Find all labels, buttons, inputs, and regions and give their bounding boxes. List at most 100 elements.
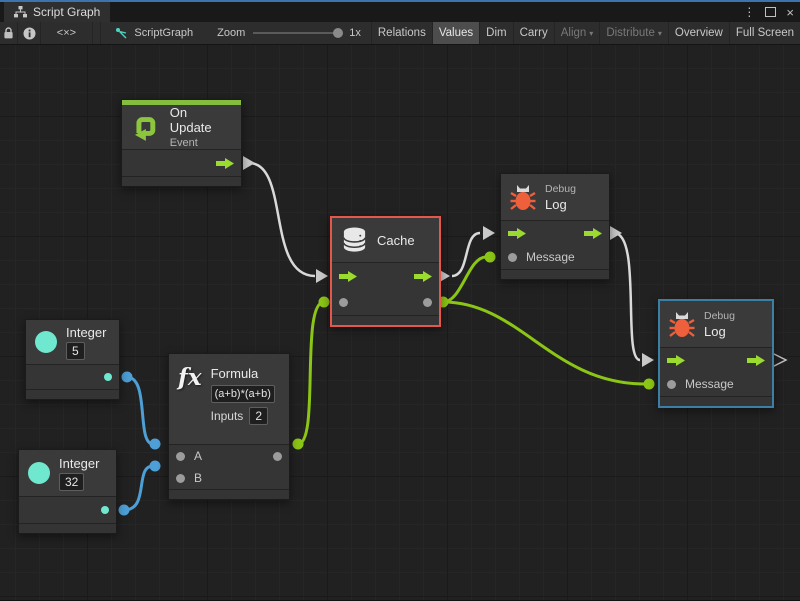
formula-expression-field[interactable]: (a+b)*(a+b) (211, 385, 275, 403)
node-integer-32[interactable]: Integer 32 (18, 449, 117, 534)
node-title: Integer (59, 456, 99, 471)
value-output-port[interactable] (423, 298, 432, 307)
distribute-button[interactable]: Distribute▾ (600, 22, 669, 44)
dim-button[interactable]: Dim (480, 22, 513, 44)
node-footer (19, 523, 116, 533)
port-row: Message (660, 372, 772, 396)
value-connector-formula-a-in[interactable] (150, 439, 161, 450)
dropdown-arrow-icon: ▾ (658, 29, 662, 38)
window-menu-icon[interactable]: ⋮ (743, 5, 755, 19)
values-button[interactable]: Values (433, 22, 480, 44)
flow-output-port[interactable] (216, 158, 234, 169)
lock-button[interactable] (0, 22, 18, 44)
wire-cache-to-debuglog1-message[interactable] (443, 257, 486, 302)
integer-value-field[interactable]: 32 (59, 473, 84, 491)
value-connector-cache-in[interactable] (319, 297, 330, 308)
flow-connector-unconnected-debuglog2-out[interactable] (772, 353, 786, 367)
value-connector-debuglog1-message[interactable] (485, 252, 496, 263)
code-view-toggle[interactable]: <×> (41, 22, 92, 44)
node-debug-log-2[interactable]: Debug Log Message (658, 299, 774, 408)
node-footer (501, 269, 609, 279)
node-on-update[interactable]: On Update Event (121, 99, 242, 187)
graph-canvas[interactable]: On Update Event (0, 45, 800, 600)
port-label: Message (685, 377, 734, 391)
node-footer (26, 389, 119, 399)
node-cache[interactable]: Cache (330, 216, 441, 327)
full-screen-button[interactable]: Full Screen (730, 22, 800, 44)
zoom-label: Zoom (217, 27, 245, 39)
integer-value-field[interactable]: 5 (66, 342, 85, 360)
formula-input-a-port[interactable] (176, 452, 185, 461)
value-input-port[interactable] (339, 298, 348, 307)
flow-arrowhead-debuglog1-in (483, 226, 495, 240)
integer-output-port[interactable] (101, 506, 109, 514)
maximize-icon[interactable] (765, 7, 776, 17)
message-input-port[interactable] (667, 380, 676, 389)
on-update-loop-icon (131, 112, 161, 142)
value-connector-formula-out[interactable] (293, 439, 304, 450)
node-subtitle: Event (170, 137, 198, 149)
wire-debuglog1-to-debuglog2[interactable] (614, 233, 640, 360)
graph-asset-name: ScriptGraph (134, 27, 193, 39)
wire-cache-to-debuglog2-message[interactable] (443, 302, 645, 384)
flow-connector-out-debuglog1[interactable] (610, 226, 622, 240)
inputs-count-field[interactable]: 2 (249, 407, 268, 425)
port-label: B (194, 471, 202, 485)
carry-button[interactable]: Carry (514, 22, 555, 44)
port-row: Message (501, 245, 609, 269)
flow-output-port[interactable] (584, 228, 602, 239)
flow-input-port[interactable] (508, 228, 526, 239)
port-row (122, 150, 241, 176)
node-footer (332, 315, 439, 325)
script-graph-asset-icon (115, 27, 129, 40)
close-icon[interactable]: × (786, 6, 794, 19)
flow-output-port[interactable] (747, 355, 765, 366)
node-footer (122, 176, 241, 186)
formula-fx-icon: fx (178, 366, 202, 389)
database-icon (341, 226, 368, 254)
tab-script-graph[interactable]: Script Graph (4, 2, 110, 22)
flow-connector-out-onupdate[interactable] (243, 156, 255, 170)
value-connector-formula-b-in[interactable] (150, 461, 161, 472)
formula-output-port[interactable] (273, 452, 282, 461)
wire-cache-to-debuglog1[interactable] (452, 233, 480, 276)
wire-formula-to-cache-value[interactable] (298, 302, 324, 444)
node-formula[interactable]: fx Formula (a+b)*(a+b) Inputs 2 A (168, 353, 290, 500)
flow-input-port[interactable] (339, 271, 357, 282)
flow-output-port[interactable] (414, 271, 432, 282)
value-connector-integer5-out[interactable] (122, 372, 133, 383)
port-row (332, 289, 439, 315)
wire-integer32-to-formula-b[interactable] (124, 466, 153, 510)
inputs-label: Inputs (211, 409, 244, 423)
integer-output-port[interactable] (104, 373, 112, 381)
message-input-port[interactable] (508, 253, 517, 262)
node-footer (660, 396, 772, 406)
wire-onupdate-to-cache[interactable] (249, 163, 315, 276)
tab-bar: Script Graph ⋮ × (0, 2, 800, 22)
flow-input-port[interactable] (667, 355, 685, 366)
toolbar-spacer (93, 22, 102, 44)
node-title: Integer (66, 325, 106, 340)
zoom-value: 1x (349, 27, 361, 39)
align-button[interactable]: Align▾ (555, 22, 601, 44)
zoom-slider[interactable] (253, 32, 341, 34)
node-title: Log (704, 324, 726, 339)
node-integer-5[interactable]: Integer 5 (25, 319, 120, 400)
unity-visual-scripting-window: Script Graph ⋮ × <×> (0, 0, 800, 600)
bug-icon (669, 311, 695, 338)
info-button[interactable] (18, 22, 41, 44)
overview-button[interactable]: Overview (669, 22, 730, 44)
node-footer (169, 489, 289, 499)
port-label: A (194, 449, 202, 463)
wire-integer5-to-formula-a[interactable] (127, 377, 153, 444)
relations-button[interactable]: Relations (372, 22, 433, 44)
formula-input-b-port[interactable] (176, 474, 185, 483)
value-connector-debuglog2-message[interactable] (644, 379, 655, 390)
value-connector-integer32-out[interactable] (119, 505, 130, 516)
port-row (19, 497, 116, 523)
node-debug-log-1[interactable]: Debug Log Message (500, 173, 610, 280)
integer-type-icon (28, 462, 50, 484)
zoom-slider-handle[interactable] (333, 28, 343, 38)
graph-asset-breadcrumb[interactable]: ScriptGraph (101, 22, 203, 44)
node-title: Formula (211, 366, 259, 381)
